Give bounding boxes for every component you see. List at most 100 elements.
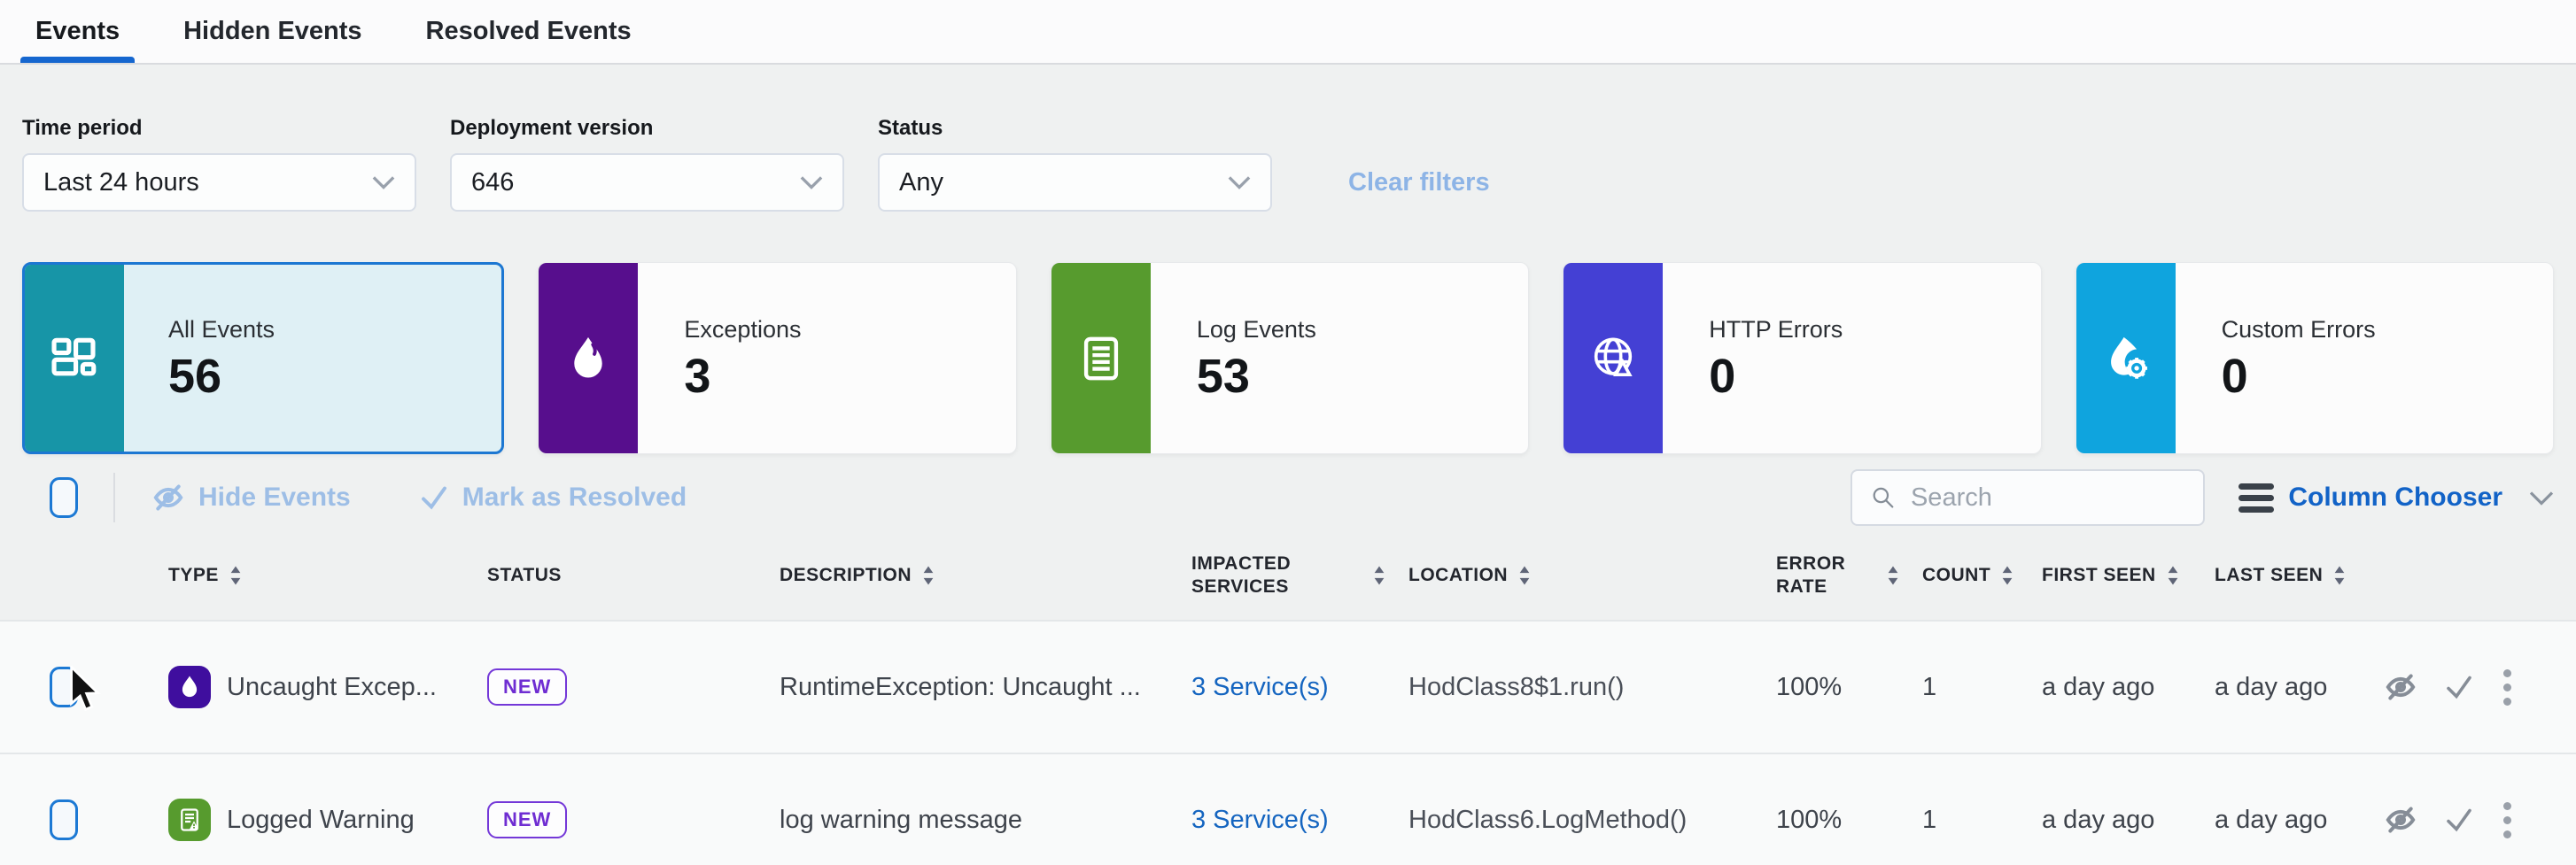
card-label: HTTP Errors bbox=[1709, 316, 2040, 344]
row-first-seen-cell: a day ago bbox=[2042, 753, 2215, 865]
filter-time-period: Time period Last 24 hours bbox=[22, 116, 416, 212]
mark-as-resolved-label: Mark as Resolved bbox=[462, 483, 687, 513]
header-status[interactable]: STATUS bbox=[487, 531, 780, 620]
hide-events-button[interactable]: Hide Events bbox=[151, 480, 351, 515]
tab-hidden-events[interactable]: Hidden Events bbox=[168, 0, 376, 63]
flame-icon bbox=[539, 263, 638, 453]
time-period-value: Last 24 hours bbox=[43, 168, 199, 197]
header-location[interactable]: LOCATION bbox=[1408, 531, 1776, 620]
card-all-events[interactable]: All Events 56 bbox=[22, 262, 504, 454]
row-impacted-cell: 3 Service(s) bbox=[1191, 753, 1408, 865]
tab-bar: Events Hidden Events Resolved Events bbox=[0, 0, 2576, 65]
search-input[interactable] bbox=[1911, 483, 2185, 513]
flame-gear-icon bbox=[2076, 263, 2176, 453]
table-toolbar: Hide Events Mark as Resolved Column Choo… bbox=[22, 468, 2554, 527]
events-table: TYPE STATUS DESCRIPTION IMPACTED SERVICE… bbox=[0, 531, 2576, 865]
tab-events[interactable]: Events bbox=[20, 0, 135, 63]
impacted-services-link[interactable]: 3 Service(s) bbox=[1191, 806, 1329, 835]
row-menu-icon[interactable] bbox=[2500, 799, 2515, 842]
status-select[interactable]: Any bbox=[878, 153, 1272, 212]
deployment-version-label: Deployment version bbox=[450, 116, 844, 141]
sort-icon[interactable] bbox=[229, 565, 242, 586]
chevron-down-icon bbox=[372, 175, 395, 189]
tab-resolved-events[interactable]: Resolved Events bbox=[411, 0, 647, 63]
header-error-rate[interactable]: ERROR RATE bbox=[1776, 531, 1922, 620]
card-count: 53 bbox=[1197, 352, 1528, 400]
row-error-rate-cell: 100% bbox=[1776, 753, 1922, 865]
time-period-select[interactable]: Last 24 hours bbox=[22, 153, 416, 212]
event-type-label: Logged Warning bbox=[227, 806, 415, 835]
sort-icon[interactable] bbox=[1373, 565, 1385, 586]
globe-error-icon bbox=[1563, 263, 1663, 453]
search-icon bbox=[1870, 483, 1897, 513]
sort-icon[interactable] bbox=[2333, 565, 2346, 586]
deployment-version-value: 646 bbox=[471, 168, 514, 197]
header-description[interactable]: DESCRIPTION bbox=[780, 531, 1191, 620]
row-description-cell: RuntimeException: Uncaught ... bbox=[780, 620, 1191, 753]
resolve-event-icon[interactable] bbox=[2443, 671, 2475, 703]
row-checkbox-cell bbox=[0, 753, 168, 865]
clear-filters-link[interactable]: Clear filters bbox=[1348, 168, 1490, 197]
chevron-down-icon bbox=[2529, 490, 2554, 506]
card-log-events[interactable]: Log Events 53 bbox=[1051, 262, 1529, 454]
chevron-down-icon bbox=[1228, 175, 1251, 189]
card-count: 56 bbox=[168, 352, 501, 400]
card-count: 3 bbox=[684, 352, 1015, 400]
summary-cards: All Events 56 Exceptions 3 Log bbox=[22, 262, 2554, 454]
header-select bbox=[0, 531, 168, 620]
card-count: 0 bbox=[1709, 352, 2040, 400]
card-label: Exceptions bbox=[684, 316, 1015, 344]
log-document-icon bbox=[1051, 263, 1151, 453]
column-chooser-button[interactable]: Column Chooser bbox=[2238, 483, 2554, 513]
header-count[interactable]: COUNT bbox=[1922, 531, 2042, 620]
row-checkbox[interactable] bbox=[50, 799, 78, 840]
sort-icon[interactable] bbox=[2001, 565, 2013, 586]
card-count: 0 bbox=[2222, 352, 2553, 400]
eye-slash-icon bbox=[151, 480, 186, 515]
card-custom-errors[interactable]: Custom Errors 0 bbox=[2076, 262, 2554, 454]
row-location-cell: HodClass8$1.run() bbox=[1408, 620, 1776, 753]
card-label: Log Events bbox=[1197, 316, 1528, 344]
exception-flame-icon bbox=[168, 666, 211, 708]
row-count-cell: 1 bbox=[1922, 620, 2042, 753]
all-events-grid-icon bbox=[23, 263, 124, 453]
sort-icon[interactable] bbox=[1518, 565, 1531, 586]
row-status-cell: NEW bbox=[487, 620, 780, 753]
log-warning-icon bbox=[168, 799, 211, 841]
resolve-event-icon[interactable] bbox=[2443, 804, 2475, 836]
card-exceptions[interactable]: Exceptions 3 bbox=[538, 262, 1016, 454]
select-all-checkbox[interactable] bbox=[50, 477, 78, 518]
header-type[interactable]: TYPE bbox=[168, 531, 487, 620]
row-last-seen-cell: a day ago bbox=[2215, 753, 2383, 865]
toolbar-divider bbox=[113, 473, 115, 522]
sort-icon[interactable] bbox=[922, 565, 935, 586]
sort-icon[interactable] bbox=[1887, 565, 1899, 586]
deployment-version-select[interactable]: 646 bbox=[450, 153, 844, 212]
hide-event-icon[interactable] bbox=[2383, 802, 2418, 838]
header-first-seen[interactable]: FIRST SEEN bbox=[2042, 531, 2215, 620]
event-type-label: Uncaught Excep... bbox=[227, 673, 437, 702]
filter-status: Status Any bbox=[878, 116, 1272, 212]
search-box bbox=[1851, 469, 2205, 526]
row-checkbox[interactable] bbox=[50, 667, 78, 707]
status-badge: NEW bbox=[487, 801, 567, 838]
row-impacted-cell: 3 Service(s) bbox=[1191, 620, 1408, 753]
row-error-rate-cell: 100% bbox=[1776, 620, 1922, 753]
chevron-down-icon bbox=[800, 175, 823, 189]
header-last-seen[interactable]: LAST SEEN bbox=[2215, 531, 2383, 620]
row-menu-icon[interactable] bbox=[2500, 666, 2515, 709]
hide-event-icon[interactable] bbox=[2383, 669, 2418, 705]
row-actions-cell bbox=[2383, 753, 2576, 865]
sort-icon[interactable] bbox=[2167, 565, 2179, 586]
row-type-cell: Uncaught Excep... bbox=[168, 620, 487, 753]
row-count-cell: 1 bbox=[1922, 753, 2042, 865]
row-checkbox-cell bbox=[0, 620, 168, 753]
header-impacted-services[interactable]: IMPACTED SERVICES bbox=[1191, 531, 1408, 620]
status-value: Any bbox=[899, 168, 943, 197]
card-http-errors[interactable]: HTTP Errors 0 bbox=[1563, 262, 2041, 454]
row-type-cell: Logged Warning bbox=[168, 753, 487, 865]
card-label: Custom Errors bbox=[2222, 316, 2553, 344]
mark-as-resolved-button[interactable]: Mark as Resolved bbox=[418, 482, 687, 514]
check-icon bbox=[418, 482, 450, 514]
impacted-services-link[interactable]: 3 Service(s) bbox=[1191, 673, 1329, 702]
